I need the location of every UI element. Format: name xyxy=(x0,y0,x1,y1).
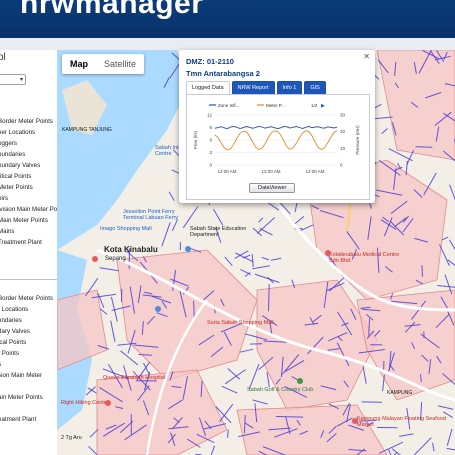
map-label-floating: Kampung Malayan Floating Seafood Market xyxy=(357,416,446,428)
close-icon[interactable]: ✕ xyxy=(363,52,370,61)
y-tick-left: 0 xyxy=(209,163,212,168)
layer-item[interactable]: Meter Points xyxy=(0,184,33,192)
layer-item[interactable]: oundary Valves xyxy=(0,162,40,170)
layer-item[interactable]: eatment Plant xyxy=(0,416,36,424)
map-pin-icon[interactable] xyxy=(297,378,303,384)
layer-item[interactable]: Treatment Plant xyxy=(0,239,42,247)
app-header: nrwmanager xyxy=(0,0,455,38)
x-tick-label: 12:00 AM xyxy=(217,169,236,174)
map-label-golf: Sabah Golf & Country Club xyxy=(247,387,314,393)
map-type-satellite[interactable]: Satellite xyxy=(96,54,144,74)
popup-subtitle: Tmn Antarabangsa 2 xyxy=(186,69,260,78)
map-label-medical: Kotakinabalu Medical Centre Sdn Bhd xyxy=(329,252,400,264)
logged-data-chart: Zone Infl... Meter P... 1/2 ▶1296303020100F… xyxy=(193,103,360,174)
map-type-control: Map Satellite xyxy=(62,54,145,74)
x-tick-label: 12:00 AM xyxy=(305,169,324,174)
pipe-segment xyxy=(415,146,433,148)
map-pin-icon[interactable] xyxy=(325,250,331,256)
map-type-map[interactable]: Map xyxy=(62,54,96,74)
sidebar-title: ol xyxy=(0,52,6,63)
layer-item[interactable]: her Locations xyxy=(0,129,35,137)
map-label-sepanggar: Sepang xyxy=(105,256,126,262)
map-label-tg-aru: 2 Tg Aru xyxy=(61,435,82,441)
map-pin-icon[interactable] xyxy=(105,400,111,406)
map-label-education: Sabah State Education Department xyxy=(190,226,247,238)
y-tick-right: 0 xyxy=(340,163,343,168)
layer-item[interactable]: dary Valves xyxy=(0,328,30,336)
legend-label: Zone Infl... xyxy=(218,103,239,108)
map-label-city: Kota Kinabalu xyxy=(104,245,158,254)
map-label-suria: Suria Sabah Shopping Mall xyxy=(207,320,274,326)
layer-sidebar: ol ▾ Border Meter Points her Locations ogg… xyxy=(0,50,58,455)
layer-item[interactable]: r Points xyxy=(0,350,19,358)
y-tick-right: 10 xyxy=(340,146,346,151)
map-pin-icon[interactable] xyxy=(352,418,358,424)
map-label-hiking: Right Hiking Centre xyxy=(61,400,109,406)
pipe-segment xyxy=(275,416,304,418)
layer-item[interactable]: oundaries xyxy=(0,151,25,159)
y-tick-left: 9 xyxy=(209,125,212,130)
legend-pager: 1/2 xyxy=(311,103,318,108)
logged-data-panel: Zone Infl... Meter P... 1/2 ▶ 12 9 6 3 0 30 20 10 0 F… xyxy=(186,94,370,200)
pipe-segment xyxy=(120,288,123,303)
popup-title: DMZ: 01-2110 xyxy=(186,57,234,66)
y-tick-right: 30 xyxy=(340,113,346,118)
layer-item[interactable]: Main Meter Points xyxy=(0,217,48,225)
pipe-segment xyxy=(421,265,423,277)
app-brand: nrwmanager xyxy=(20,0,204,20)
pipe-segment xyxy=(193,300,195,319)
pipe-segment xyxy=(268,283,270,312)
y-tick-left: 6 xyxy=(209,138,212,143)
y-axis-label-right: Pressure (mH) xyxy=(355,125,360,155)
x-tick-label: 12:00 AM xyxy=(261,169,280,174)
pipe-segment xyxy=(138,354,153,356)
layer-item[interactable]: Mains xyxy=(0,228,15,236)
layer-item[interactable]: Border Meter Points xyxy=(0,295,53,303)
layer-item[interactable]: sion Main Meter xyxy=(0,372,42,380)
dmz-info-popup: ✕ DMZ: 01-2110 Tmn Antarabangsa 2 Logged… xyxy=(179,50,375,203)
legend-label: Meter P... xyxy=(266,103,285,108)
map-label-imago: Imago Shopping Mall xyxy=(100,226,152,232)
map-label-jesselton: Jesselton Point Ferry Terminal Labuan Fe… xyxy=(123,209,179,221)
y-tick-right: 20 xyxy=(340,129,346,134)
dataviewer-button[interactable]: DataViewer xyxy=(249,183,296,193)
map-label-kampung: KAMPUNG xyxy=(387,390,413,396)
legend-next-icon[interactable]: ▶ xyxy=(321,103,325,109)
y-axis-label-left: Flow (l/s) xyxy=(193,130,198,149)
layer-item[interactable]: ain Meter Points xyxy=(0,394,43,402)
sidebar-divider xyxy=(0,279,57,280)
region-select[interactable]: ▾ xyxy=(0,74,26,85)
chevron-down-icon: ▾ xyxy=(19,77,23,83)
layer-item[interactable]: undaries xyxy=(0,317,22,325)
map-pin-icon[interactable] xyxy=(155,306,161,312)
layer-item[interactable]: oirs xyxy=(0,195,8,203)
y-tick-left: 12 xyxy=(207,113,213,118)
layer-item[interactable]: ical Points xyxy=(0,339,26,347)
layer-item[interactable]: Border Meter Points xyxy=(0,118,53,126)
layer-item[interactable]: s xyxy=(0,361,1,369)
layer-item[interactable]: ivision Main Meter Po xyxy=(0,206,57,214)
map-label-kampung-tanjung: KAMPUNG TANJUNG xyxy=(62,127,112,133)
series-line xyxy=(214,130,338,151)
layer-item[interactable]: oggers xyxy=(0,140,17,148)
map-pin-icon[interactable] xyxy=(185,246,191,252)
y-tick-left: 3 xyxy=(209,150,212,155)
map-pin-icon[interactable] xyxy=(92,256,98,262)
layer-item[interactable]: r Locations xyxy=(0,306,28,314)
layer-item[interactable]: ritical Points xyxy=(0,173,31,181)
map-label-hospital: Queen Elizabeth Hospital xyxy=(103,375,166,381)
